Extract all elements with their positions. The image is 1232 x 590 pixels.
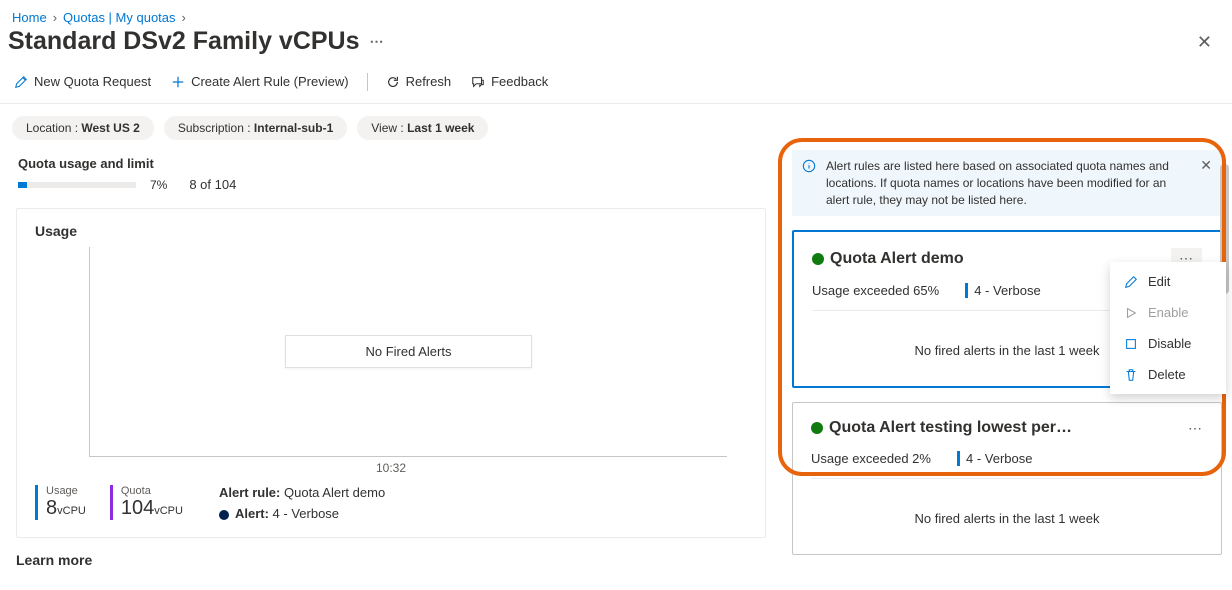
chevron-right-icon: › [53, 10, 57, 25]
legend-label: Usage [46, 485, 86, 497]
create-alert-rule-button[interactable]: Create Alert Rule (Preview) [169, 70, 351, 93]
rule-label: Alert rule: [219, 485, 280, 500]
quota-usage-title: Quota usage and limit [18, 156, 766, 171]
page-title-text: Standard DSv2 Family vCPUs [8, 27, 360, 56]
pencil-icon [1124, 275, 1138, 289]
alert-title: Quota Alert demo [812, 250, 964, 268]
filter-label: Location : [26, 121, 78, 135]
rule-value: Quota Alert demo [284, 485, 385, 500]
chevron-right-icon: › [182, 10, 186, 25]
menu-label: Enable [1148, 305, 1188, 320]
filter-value: Last 1 week [407, 121, 474, 135]
legend-usage: Usage 8vCPU [35, 485, 86, 520]
toolbar-label: Create Alert Rule (Preview) [191, 74, 349, 89]
no-fired-alerts-banner: No Fired Alerts [285, 335, 533, 368]
feedback-icon [471, 75, 485, 89]
filter-location[interactable]: Location : West US 2 [12, 116, 154, 140]
menu-label: Disable [1148, 336, 1191, 351]
alert-severity: 4 - Verbose [957, 451, 1033, 466]
pencil-icon [14, 75, 28, 89]
progress-bar [18, 182, 136, 188]
page-title: Standard DSv2 Family vCPUs ⋯ [8, 27, 385, 56]
filter-label: Subscription : [178, 121, 251, 135]
toolbar-label: Feedback [491, 74, 548, 89]
legend-label: Quota [121, 485, 183, 497]
legend-value: 8 [46, 497, 57, 519]
status-dot-icon [812, 253, 824, 265]
alert-value: 4 - Verbose [273, 506, 340, 521]
play-icon [1124, 306, 1138, 320]
alert-title: Quota Alert testing lowest per… [811, 419, 1072, 437]
plus-icon [171, 75, 185, 89]
legend-row: Usage 8vCPU Quota 104vCPU Alert rule: Qu… [35, 485, 747, 521]
menu-delete[interactable]: Delete [1110, 359, 1226, 390]
legend-unit: vCPU [154, 505, 183, 517]
usage-card: Usage No Fired Alerts 10:32 Usage 8vCPU … [16, 208, 766, 538]
menu-edit[interactable]: Edit [1110, 266, 1226, 297]
more-icon[interactable]: ⋯ [370, 33, 385, 50]
alert-label: Alert: [235, 506, 269, 521]
close-icon[interactable]: ✕ [1189, 29, 1220, 55]
menu-label: Edit [1148, 274, 1170, 289]
filter-row: Location : West US 2 Subscription : Inte… [0, 104, 1232, 150]
menu-enable: Enable [1110, 297, 1226, 328]
legend-value: 104 [121, 497, 154, 519]
info-icon [802, 159, 816, 173]
info-banner: Alert rules are listed here based on ass… [792, 150, 1222, 216]
separator [367, 73, 368, 91]
alert-title-text: Quota Alert testing lowest per… [829, 419, 1072, 437]
toolbar: New Quota Request Create Alert Rule (Pre… [0, 66, 1232, 104]
progress-bar-wrap: 7% 8 of 104 [18, 177, 766, 192]
filter-label: View : [371, 121, 403, 135]
usage-card-title: Usage [35, 223, 747, 239]
trash-icon [1124, 368, 1138, 382]
breadcrumb-home[interactable]: Home [12, 10, 47, 25]
alert-threshold: Usage exceeded 2% [811, 451, 931, 466]
chart-area: No Fired Alerts [89, 247, 727, 457]
alert-card[interactable]: Quota Alert demo ⋯ Usage exceeded 65% 4 … [792, 230, 1222, 388]
legend-meta: Alert rule: Quota Alert demo Alert: 4 - … [219, 485, 385, 521]
breadcrumb: Home › Quotas | My quotas › [0, 0, 1232, 27]
legend-quota: Quota 104vCPU [110, 485, 183, 520]
progress-fill [18, 182, 27, 188]
alert-threshold: Usage exceeded 65% [812, 283, 939, 298]
alert-dot-icon [219, 510, 229, 520]
refresh-button[interactable]: Refresh [384, 70, 454, 93]
alert-severity: 4 - Verbose [965, 283, 1041, 298]
progress-percent: 7% [150, 178, 167, 192]
feedback-button[interactable]: Feedback [469, 70, 550, 93]
stop-icon [1124, 337, 1138, 351]
chart-time-tick: 10:32 [35, 461, 747, 475]
dismiss-icon[interactable]: ✕ [1200, 158, 1212, 172]
menu-disable[interactable]: Disable [1110, 328, 1226, 359]
context-menu: Edit Enable Disable Delete [1110, 262, 1226, 394]
new-quota-request-button[interactable]: New Quota Request [12, 70, 153, 93]
filter-value: West US 2 [81, 121, 139, 135]
alert-card[interactable]: Quota Alert testing lowest per… ⋯ Usage … [792, 402, 1222, 555]
filter-subscription[interactable]: Subscription : Internal-sub-1 [164, 116, 347, 140]
alert-more-button[interactable]: ⋯ [1188, 420, 1203, 437]
progress-ratio: 8 of 104 [189, 177, 236, 192]
refresh-icon [386, 75, 400, 89]
toolbar-label: New Quota Request [34, 74, 151, 89]
breadcrumb-quotas[interactable]: Quotas | My quotas [63, 10, 176, 25]
toolbar-label: Refresh [406, 74, 452, 89]
info-text: Alert rules are listed here based on ass… [826, 158, 1190, 208]
alert-no-fired: No fired alerts in the last 1 week [811, 511, 1203, 526]
menu-label: Delete [1148, 367, 1186, 382]
filter-view[interactable]: View : Last 1 week [357, 116, 488, 140]
learn-more-link[interactable]: Learn more [16, 552, 766, 568]
status-dot-icon [811, 422, 823, 434]
legend-unit: vCPU [57, 505, 86, 517]
filter-value: Internal-sub-1 [254, 121, 333, 135]
alert-title-text: Quota Alert demo [830, 250, 964, 268]
